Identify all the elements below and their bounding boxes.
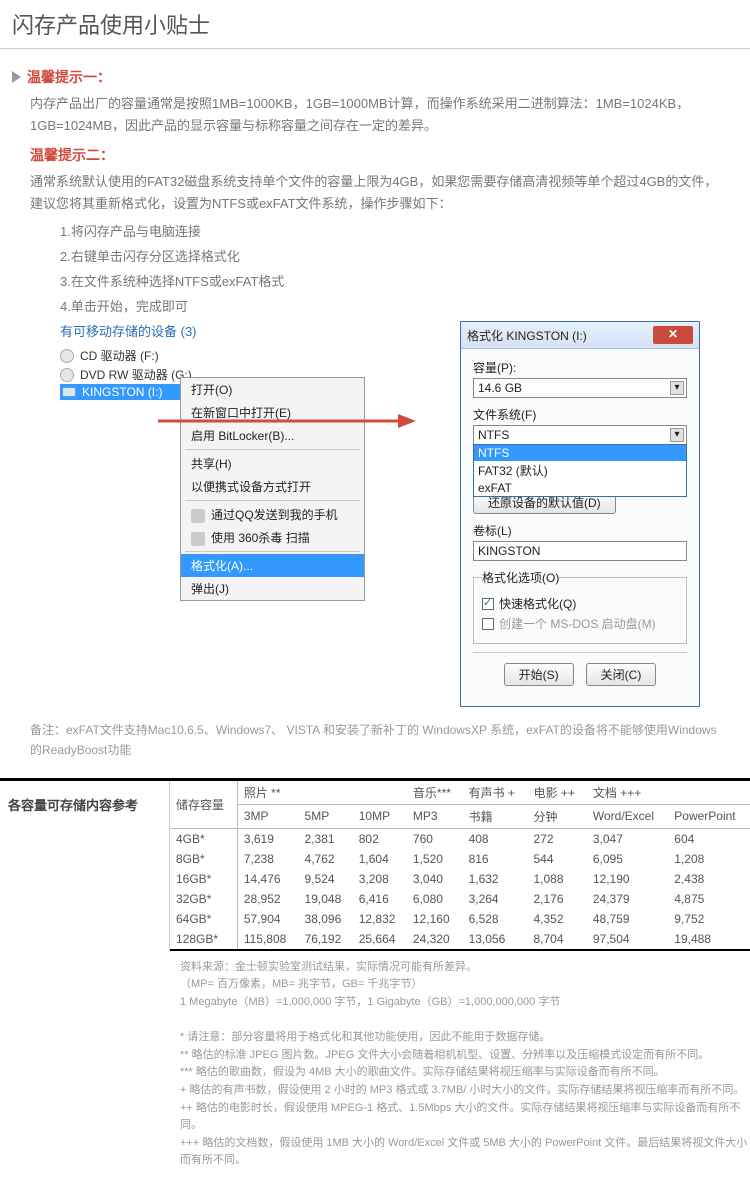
close-button[interactable]: ✕ <box>653 326 693 344</box>
capacity-select[interactable]: 14.6 GB ▾ <box>473 378 687 398</box>
step-4: 4.单击开始，完成即可 <box>60 296 720 315</box>
table-row: 4GB*3,6192,3818027604082723,047604 <box>170 828 750 849</box>
step-1: 1.将闪存产品与电脑连接 <box>60 221 720 240</box>
shield-icon <box>191 532 205 546</box>
quick-format-checkbox[interactable] <box>482 598 494 610</box>
col-movie: 电影 ++ <box>528 781 587 805</box>
fs-option-fat32[interactable]: FAT32 (默认) <box>474 461 686 480</box>
filesystem-dropdown: NTFS FAT32 (默认) exFAT <box>473 444 687 497</box>
col-audiobook: 有声书 + <box>463 781 528 805</box>
table-row: 8GB*7,2384,7621,6041,5208165446,0951,208 <box>170 849 750 869</box>
triangle-icon <box>12 71 21 83</box>
disc-icon <box>60 349 74 363</box>
col-photos: 照片 ** <box>237 781 407 805</box>
fs-option-exfat[interactable]: exFAT <box>474 480 686 496</box>
msdos-boot-checkbox <box>482 618 494 630</box>
ctx-360-scan[interactable]: 使用 360杀毒 扫描 <box>181 526 364 549</box>
disc-icon <box>60 368 74 382</box>
fs-option-ntfs[interactable]: NTFS <box>474 445 686 461</box>
ctx-format[interactable]: 格式化(A)... <box>181 554 364 577</box>
page-title: 闪存产品使用小贴士 <box>0 0 750 49</box>
ctx-portable[interactable]: 以便携式设备方式打开 <box>181 475 364 498</box>
chevron-down-icon: ▾ <box>670 381 684 395</box>
filesystem-select[interactable]: NTFS ▾ NTFS FAT32 (默认) exFAT <box>473 425 687 445</box>
qq-icon <box>191 509 205 523</box>
exfat-note: 备注：exFAT文件支持Mac10.6.5、Windows7、 VISTA 和安… <box>0 707 750 767</box>
table-row: 32GB*28,95219,0486,4166,0803,2642,17624,… <box>170 889 750 909</box>
ctx-open[interactable]: 打开(O) <box>181 378 364 401</box>
start-button[interactable]: 开始(S) <box>504 663 574 686</box>
step-3: 3.在文件系统种选择NTFS或exFAT格式 <box>60 271 720 290</box>
table-row: 64GB*57,90438,09612,83212,1606,5284,3524… <box>170 909 750 929</box>
format-options-group: 格式化选项(O) 快速格式化(Q) 创建一个 MS-DOS 启动盘(M) <box>473 569 687 644</box>
arrow-icon <box>158 411 418 431</box>
device-item-cd[interactable]: CD 驱动器 (F:) <box>60 346 240 365</box>
close-dialog-button[interactable]: 关闭(C) <box>586 663 657 686</box>
devices-heading: 有可移动存储的设备 (3) <box>60 321 240 340</box>
col-music: 音乐*** <box>407 781 463 805</box>
format-dialog: 格式化 KINGSTON (I:) ✕ 容量(P): 14.6 GB ▾ 文件系… <box>460 321 700 707</box>
tip1-title: 温馨提示一： <box>27 67 111 87</box>
ctx-qq-send[interactable]: 通过QQ发送到我的手机 <box>181 503 364 526</box>
step-2: 2.右键单击闪存分区选择格式化 <box>60 246 720 265</box>
chevron-down-icon: ▾ <box>670 428 684 442</box>
table-row: 16GB*14,4769,5243,2083,0401,6321,08812,1… <box>170 869 750 889</box>
footnotes: 资料来源：金士顿实验室测试结果，实际情况可能有所差异。（MP= 百万像素，MB=… <box>0 951 750 1170</box>
drive-icon <box>62 387 76 397</box>
col-docs: 文档 +++ <box>587 781 750 805</box>
capacity-label: 容量(P): <box>473 359 687 376</box>
tip2-body: 通常系统默认使用的FAT32磁盘系统支持单个文件的容量上限为4GB，如果您需要存… <box>30 171 720 215</box>
volume-input[interactable]: KINGSTON <box>473 541 687 561</box>
tip1-body: 内存产品出厂的容量通常是按照1MB=1000KB，1GB=1000MB计算，而操… <box>30 93 720 137</box>
device-item-kingston[interactable]: KINGSTON (I:) <box>60 384 180 400</box>
ctx-share[interactable]: 共享(H) <box>181 452 364 475</box>
filesystem-label: 文件系统(F) <box>473 406 687 423</box>
capacity-table: 储存容量 照片 ** 音乐*** 有声书 + 电影 ++ 文档 +++ 3MP … <box>170 781 750 951</box>
ctx-eject[interactable]: 弹出(J) <box>181 577 364 600</box>
dialog-title: 格式化 KINGSTON (I:) <box>467 327 587 344</box>
table-row: 128GB*115,80876,19225,66424,32013,0568,7… <box>170 929 750 950</box>
volume-label: 卷标(L) <box>473 522 687 539</box>
table-side-title: 各容量可存储内容参考 <box>0 781 170 951</box>
col-capacity: 储存容量 <box>170 781 237 829</box>
tip2-title: 温馨提示二： <box>30 145 114 165</box>
format-options-legend: 格式化选项(O) <box>482 569 559 586</box>
